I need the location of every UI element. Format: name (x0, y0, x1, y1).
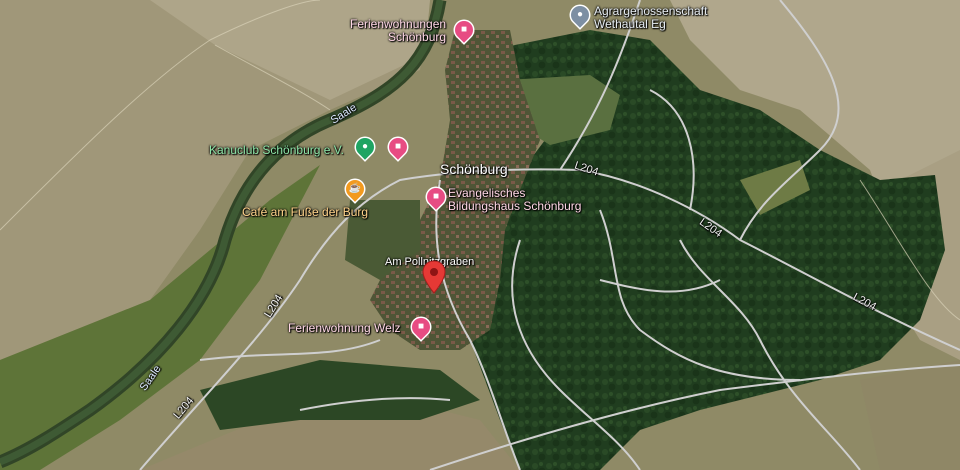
satellite-map[interactable]: Saale Saale L204 L204 L204 L204 L204 Sch… (0, 0, 960, 470)
bed-icon: ■ (394, 141, 402, 153)
poi-label-ferienwohnung-welz[interactable]: Ferienwohnung Welz (288, 322, 401, 335)
poi-label-ferienwohnungen-schonburg[interactable]: Ferienwohnungen Schönburg (350, 18, 446, 44)
bed-icon: ■ (417, 321, 425, 333)
bed-icon: ■ (432, 191, 440, 203)
poi-label-bildungshaus[interactable]: Evangelisches Bildungshaus Schönburg (448, 187, 581, 213)
location-dot-icon: ● (361, 141, 369, 153)
poi-label-kanuclub[interactable]: Kanuclub Schönburg e.V. (209, 144, 344, 157)
poi-label-agrargenossenschaft[interactable]: Agrargenossenschaft Wethautal Eg (594, 5, 707, 31)
satellite-terrain (0, 0, 960, 470)
place-label-schonburg: Schönburg (440, 161, 508, 177)
location-dot-icon: ● (576, 9, 584, 21)
coffee-cup-icon: ☕ (348, 183, 362, 195)
poi-label-line: Bildungshaus Schönburg (448, 199, 582, 213)
red-location-pin-icon[interactable] (422, 260, 446, 294)
poi-label-line: Wethautal Eg (594, 17, 666, 31)
bed-icon: ■ (460, 24, 468, 36)
poi-label-cafe[interactable]: Café am Fuße der Burg (242, 206, 368, 219)
poi-label-line: Schönburg (388, 30, 447, 44)
